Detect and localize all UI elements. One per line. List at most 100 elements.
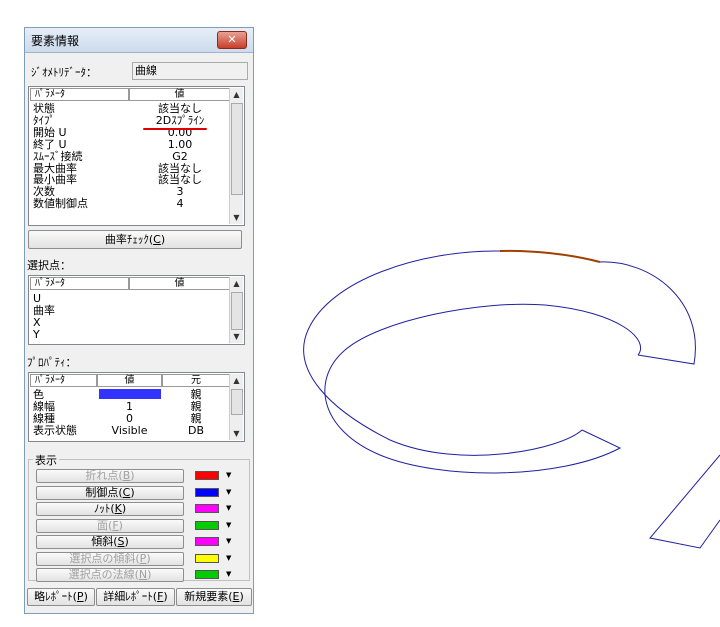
scroll-up-icon[interactable]: ▲ [230,277,243,290]
display-toggle-label: 折れ点( [85,469,123,482]
curvature-check-label: 曲率ﾁｪｯｸ( [104,233,154,246]
param-row-value: 該当なし [158,161,202,175]
scroll-thumb[interactable] [231,292,243,330]
footer-button[interactable]: 略ﾚﾎﾟｰﾄ(P) [27,588,95,606]
footer-button[interactable]: 詳細ﾚﾎﾟｰﾄ(F) [96,588,175,606]
dropdown-arrow-icon[interactable]: ▼ [226,471,231,479]
color-swatch[interactable] [195,537,219,546]
point-row-name: 曲率 [33,304,55,317]
color-swatch[interactable] [195,570,219,579]
prop-header-source[interactable]: 元 [162,374,230,387]
display-toggle-suffix: ) [124,535,129,548]
display-toggle-suffix: ) [118,518,123,532]
type-underline-mark [143,128,207,130]
param-row-name: 数値制御点 [33,197,88,211]
scroll-down-icon[interactable]: ▼ [230,427,243,440]
curvature-check-button[interactable]: 曲率ﾁｪｯｸ(C) [28,230,242,249]
prop-row-source: 親 [190,412,202,425]
prop-row-source: 親 [190,400,202,413]
scroll-down-icon[interactable]: ▼ [230,330,243,343]
point-row-name: X [33,316,41,329]
point-scrollbar[interactable]: ▲ ▼ [229,277,243,343]
scroll-thumb[interactable] [231,389,243,415]
color-value-swatch[interactable] [99,389,161,399]
dropdown-arrow-icon[interactable]: ▼ [226,488,231,496]
display-group-label: 表示 [33,452,59,468]
dropdown-arrow-icon[interactable]: ▼ [226,537,231,545]
param-row-name: 最大曲率 [33,161,77,175]
prop-scrollbar[interactable]: ▲ ▼ [229,374,243,440]
geometry-label: ｼﾞｵﾒﾄﾘﾃﾞｰﾀ： [31,66,97,79]
point-row-name: U [33,292,42,305]
dropdown-arrow-icon[interactable]: ▼ [226,521,231,529]
point-header-name[interactable]: ﾊﾟﾗﾒｰﾀ [30,277,129,290]
prop-row-name: 色 [33,388,44,401]
point-row-name: Y [33,328,40,341]
scroll-down-icon[interactable]: ▼ [230,211,243,224]
display-toggle-suffix: ) [147,568,152,581]
color-swatch[interactable] [195,471,219,480]
scroll-up-icon[interactable]: ▲ [230,88,243,101]
curve-outer [303,250,583,456]
color-swatch[interactable] [195,504,219,513]
dropdown-arrow-icon[interactable]: ▼ [226,570,231,578]
footer-button-key: P [76,590,84,603]
param-row-name: 最小曲率 [33,173,77,187]
param-row-name: ﾀｲﾌﾟ [33,113,55,127]
footer-button[interactable]: 新規要素(E) [176,588,252,606]
dropdown-arrow-icon[interactable]: ▼ [226,504,231,512]
property-table[interactable]: ﾊﾟﾗﾒｰﾀ 値 元 色親線幅 1 親線種 0 親表示状態 Visible DB ▲ ▼ [28,372,245,442]
footer-button-suffix: ) [239,590,244,603]
curve-inner [324,303,641,474]
color-swatch[interactable] [195,553,219,563]
param-row-name: 開始 U [33,125,67,139]
display-toggle-button[interactable]: 選択点の法線(N) [36,568,184,582]
display-toggle-suffix: ) [121,502,127,515]
dropdown-arrow-icon[interactable]: ▼ [226,554,231,562]
prop-row-name: 線幅 [33,400,55,413]
footer-button-label: 新規要素( [184,590,233,603]
footer-button-label: 詳細ﾚﾎﾟｰﾄ( [103,590,158,603]
parameter-table[interactable]: ﾊﾟﾗﾒｰﾀ 値 状態 該当なし ﾀｲﾌﾟ 2Dｽﾌﾟﾗｲﾝ 開始 U 0.00 終了 U1… [28,86,245,226]
display-toggle-label: ﾉｯﾄ( [93,502,115,515]
display-group: 表示 折れ点(B) ▼ 制御点(C) ▼ ﾉｯﾄ(K) ▼ 面(F) ▼ 傾斜(S) ▼ 選択点の傾… [28,452,250,582]
display-toggle-button[interactable]: 選択点の傾斜(P) [36,551,184,566]
param-row-value: 1.00 [167,137,193,151]
display-toggle-button[interactable]: ﾉｯﾄ(K) [36,502,184,516]
display-toggle-label: 選択点の傾斜( [69,551,140,565]
selected-point-label: 選択点： [27,259,71,272]
prop-row-source: DB [187,424,205,437]
color-swatch[interactable] [195,520,219,530]
color-swatch[interactable] [195,487,219,497]
scroll-up-icon[interactable]: ▲ [230,374,243,387]
display-toggle-label: 制御点( [85,485,123,499]
display-toggle-button[interactable]: 折れ点(B) [36,469,184,483]
close-button[interactable]: ✕ [217,31,247,49]
footer-button-suffix: ) [163,590,168,603]
point-header-value[interactable]: 値 [129,277,230,290]
scroll-thumb[interactable] [231,103,243,195]
display-toggle-button[interactable]: 面(F) [36,518,184,533]
curvature-check-key: C [153,233,161,246]
param-row-name: ｽﾑｰｽﾞ接続 [33,149,83,163]
param-header-value[interactable]: 値 [129,88,230,101]
display-toggle-button[interactable]: 傾斜(S) [36,535,184,549]
display-toggle-suffix: ) [130,469,135,482]
param-row-name: 次数 [33,185,55,199]
prop-header-value[interactable]: 値 [97,374,162,387]
display-toggle-button[interactable]: 制御点(C) [36,485,184,500]
prop-header-name[interactable]: ﾊﾟﾗﾒｰﾀ [30,374,97,387]
param-header-name[interactable]: ﾊﾟﾗﾒｰﾀ [30,88,129,101]
property-label: ﾌﾟﾛﾊﾟﾃｨ： [27,356,77,369]
param-row-value: 該当なし [158,102,202,115]
param-scrollbar[interactable]: ▲ ▼ [229,88,243,224]
display-toggle-suffix: ) [130,485,135,499]
prop-row-name: 線種 [33,412,55,425]
curve-end [599,261,696,365]
display-toggle-suffix: ) [146,551,151,565]
prop-row-source: 親 [190,388,202,401]
param-row-name: 状態 [33,102,55,115]
display-toggle-label: 面( [97,518,113,532]
display-toggle-label: 傾斜( [91,535,118,548]
selected-point-table[interactable]: ﾊﾟﾗﾒｰﾀ 値 U 曲率 X Y ▲ ▼ [28,275,245,345]
